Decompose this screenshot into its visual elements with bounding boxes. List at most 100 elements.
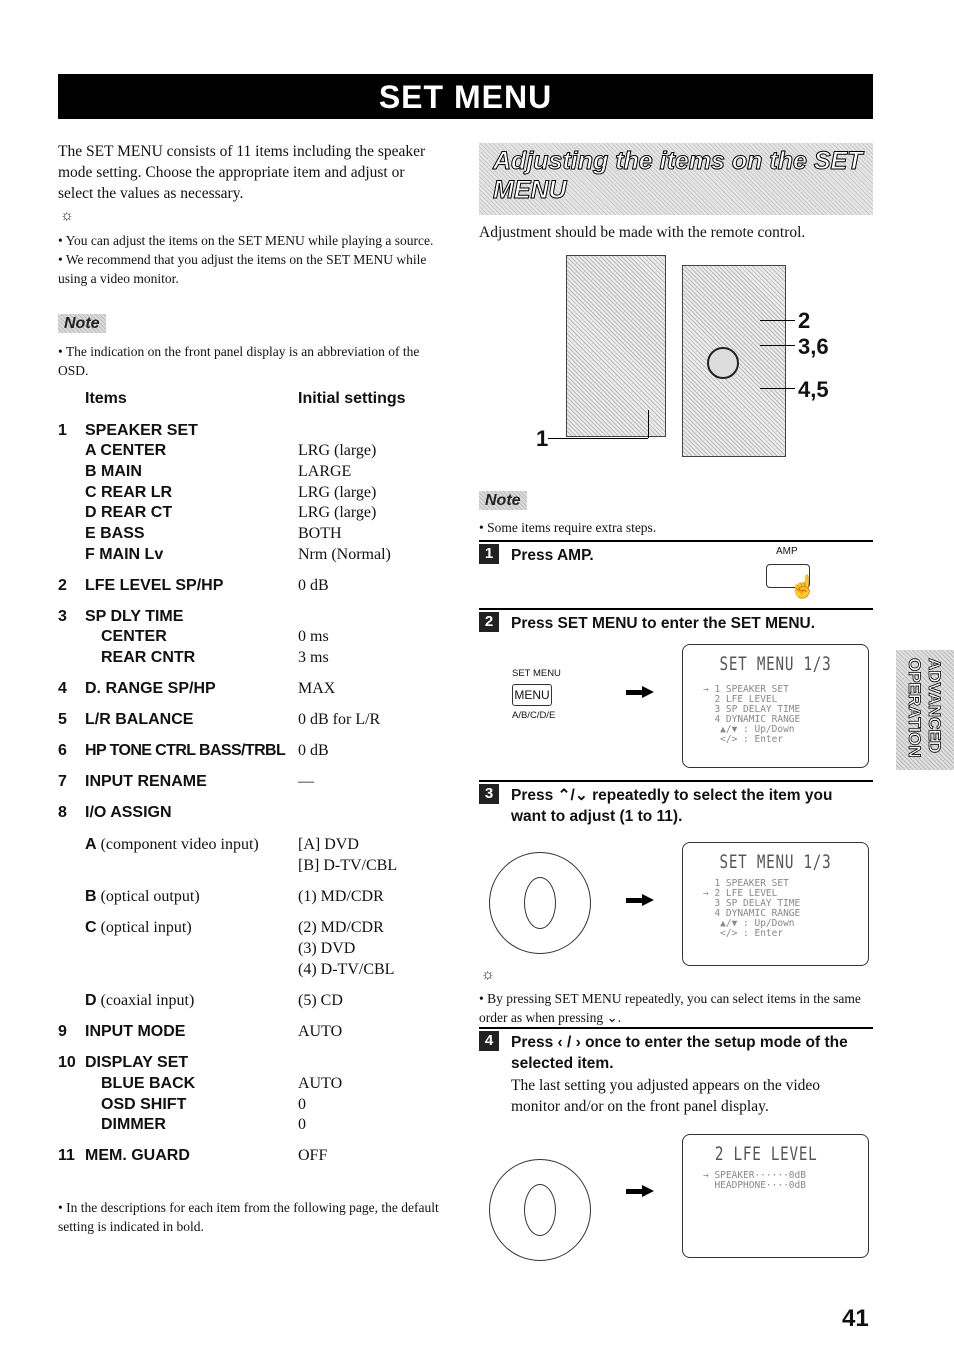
table-row: 10 DISPLAY SET — [58, 1053, 458, 1073]
callout-4-5: 4,5 — [798, 377, 829, 402]
table-row: (3) DVD — [58, 939, 458, 959]
item-label: MEM. GUARD — [85, 1147, 190, 1164]
item-label: INPUT MODE — [85, 1023, 186, 1040]
item-value: (1) MD/CDR — [298, 888, 384, 905]
amp-label: AMP — [776, 546, 798, 557]
col-initial: Initial settings — [298, 390, 406, 407]
note-text: • Some items require extra steps. — [479, 520, 657, 535]
item-number: 5 — [58, 711, 67, 728]
cursor-pad-icon — [707, 347, 739, 379]
table-row: [B] D-TV/CBL — [58, 856, 458, 876]
step-4: 4 Press ‹ / › once to enter the setup mo… — [479, 1027, 873, 1269]
item-label: B (optical output) — [85, 888, 200, 905]
step-title: Press AMP. — [511, 547, 594, 564]
item-label: D REAR CT — [85, 504, 173, 521]
step-title: Press ⌃/⌄ repeatedly to select the item … — [511, 787, 833, 825]
tip-icon: ☼ — [481, 967, 495, 983]
hand-pointer-icon: ☝ — [789, 574, 817, 599]
table-row: 7 INPUT RENAME — — [58, 772, 458, 792]
item-label: A CENTER — [85, 442, 167, 459]
item-number: 3 — [58, 608, 67, 625]
abcde-label: A/B/C/D/E — [512, 710, 556, 721]
step-number: 3 — [479, 784, 499, 804]
table-row: 1 SPEAKER SET — [58, 421, 458, 441]
item-label: DISPLAY SET — [85, 1054, 189, 1071]
callout-2: 2 — [798, 308, 811, 333]
tip-item: • We recommend that you adjust the items… — [58, 252, 427, 286]
table-row: A CENTER LRG (large) — [58, 441, 458, 461]
step-number: 1 — [479, 544, 499, 564]
note-badge: Note — [58, 314, 106, 333]
table-row: CENTER 0 ms — [58, 627, 458, 647]
item-value: [B] D-TV/CBL — [298, 857, 398, 874]
osd-screen: 2 LFE LEVEL → SPEAKER······0dB HEADPHONE… — [682, 1134, 869, 1258]
intro-text: The SET MENU consists of 11 items includ… — [58, 143, 426, 202]
col-items: Items — [85, 390, 127, 407]
item-label: C (optical input) — [85, 919, 192, 936]
step-2: 2 Press SET MENU to enter the SET MENU. … — [479, 608, 873, 780]
table-row: B MAIN LARGE — [58, 462, 458, 482]
tip-text: • By pressing SET MENU repeatedly, you c… — [479, 991, 861, 1025]
item-value: (3) DVD — [298, 940, 356, 957]
item-value: 0 dB for L/R — [298, 711, 381, 728]
table-row: 9 INPUT MODE AUTO — [58, 1022, 458, 1042]
table-row: 4 D. RANGE SP/HP MAX — [58, 679, 458, 699]
item-value: LARGE — [298, 463, 352, 480]
table-row: 2 LFE LEVEL SP/HP 0 dB — [58, 576, 458, 596]
item-value: LRG (large) — [298, 484, 377, 501]
item-label: D. RANGE SP/HP — [85, 680, 216, 697]
item-value: Nrm (Normal) — [298, 546, 391, 563]
item-value: (2) MD/CDR — [298, 919, 384, 936]
item-value: OFF — [298, 1147, 328, 1164]
step-title: Press ‹ / › once to enter the setup mode… — [511, 1034, 848, 1072]
item-number: 1 — [58, 422, 67, 439]
page-number: 41 — [842, 1305, 869, 1332]
table-row: C REAR LR LRG (large) — [58, 483, 458, 503]
arrow-right-icon — [642, 686, 654, 698]
side-tab: ADVANCED OPERATION — [896, 650, 954, 770]
menu-button-icon: MENU — [512, 684, 552, 706]
item-number: 6 — [58, 742, 67, 759]
item-label: SP DLY TIME — [85, 608, 184, 625]
item-value: MAX — [298, 680, 336, 697]
item-value: (4) D-TV/CBL — [298, 961, 395, 978]
item-label: B MAIN — [85, 463, 142, 480]
table-row: 5 L/R BALANCE 0 dB for L/R — [58, 710, 458, 730]
table-row: DIMMER 0 — [58, 1115, 458, 1135]
item-label: E BASS — [85, 525, 145, 542]
item-label: OSD SHIFT — [101, 1096, 187, 1113]
table-row: BLUE BACK AUTO — [58, 1074, 458, 1094]
note-text: • The indication on the front panel disp… — [58, 344, 420, 378]
item-number: 4 — [58, 680, 67, 697]
manual-page: SET MENU The SET MENU consists of 11 ite… — [0, 0, 954, 1352]
item-value: 0 dB — [298, 577, 329, 594]
note-badge: Note — [479, 491, 527, 510]
table-row: E BASS BOTH — [58, 524, 458, 544]
table-row: B (optical output) (1) MD/CDR — [58, 887, 458, 907]
set-menu-label: SET MENU — [512, 668, 561, 679]
item-label: BLUE BACK — [101, 1075, 196, 1092]
item-label: A (component video input) — [85, 836, 259, 853]
callout-3-6: 3,6 — [798, 334, 829, 359]
item-number: 2 — [58, 577, 67, 594]
table-row: 8 I/O ASSIGN — [58, 803, 458, 823]
item-number: 8 — [58, 804, 67, 821]
tip-icon: ☼ — [60, 208, 74, 224]
callout-1: 1 — [536, 426, 549, 451]
item-label: LFE LEVEL SP/HP — [85, 577, 224, 594]
item-number: 11 — [58, 1147, 75, 1164]
section-banner: SET MENU — [58, 74, 873, 119]
item-number: 7 — [58, 773, 67, 790]
step-number: 2 — [479, 612, 499, 632]
item-value: 0 — [298, 1096, 306, 1113]
tip-item: • You can adjust the items on the SET ME… — [58, 233, 434, 248]
table-row: OSD SHIFT 0 — [58, 1095, 458, 1115]
table-row: F MAIN Lv Nrm (Normal) — [58, 545, 458, 565]
item-label: SPEAKER SET — [85, 422, 198, 439]
item-value: 3 ms — [298, 649, 329, 666]
item-label: CENTER — [101, 628, 167, 645]
item-value: 0 dB — [298, 742, 329, 759]
item-number: 10 — [58, 1054, 76, 1071]
step-number: 4 — [479, 1031, 499, 1051]
step-3: 3 Press ⌃/⌄ repeatedly to select the ite… — [479, 780, 873, 1025]
